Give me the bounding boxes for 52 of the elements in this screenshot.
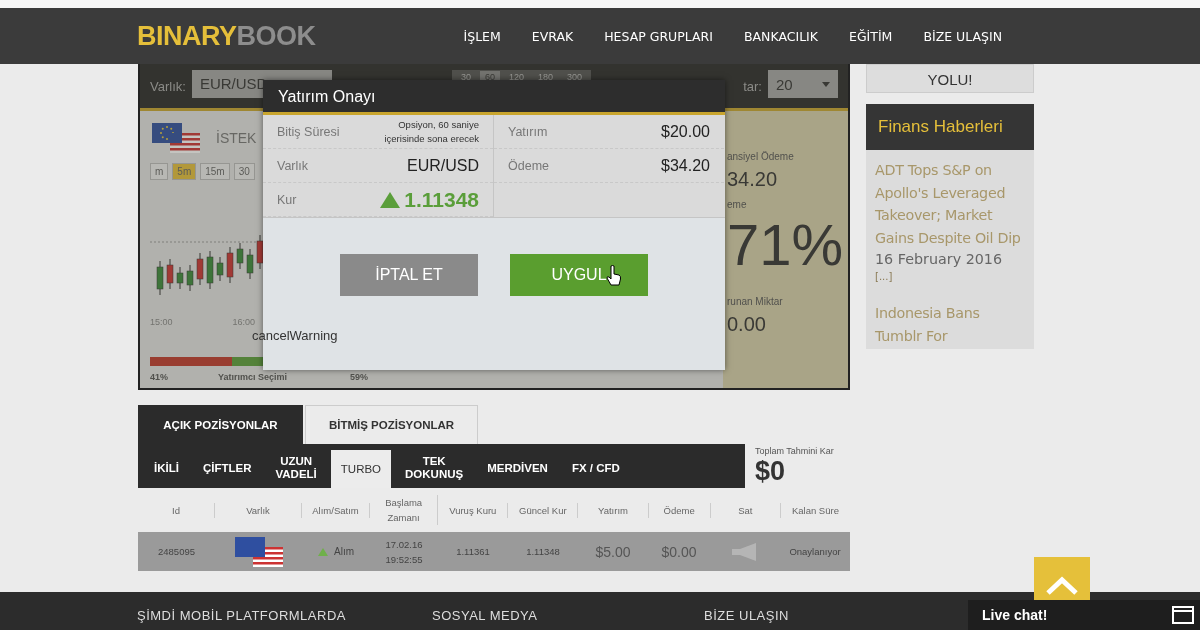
sentiment-left: 41% (150, 372, 168, 382)
column-header: Başlama Zamanı (370, 495, 439, 525)
stat-label: runan Miktar (727, 296, 784, 307)
stat-value: 0.00 (727, 313, 767, 336)
stat-label: ansiyel Ödeme (727, 151, 795, 162)
table-cell: 1.11348 (526, 546, 560, 557)
field-value: $20.00 (661, 122, 710, 141)
field-label: Ödeme (508, 158, 549, 173)
asset-name: İSTEK (216, 130, 257, 146)
live-chat-label: Live chat! (982, 607, 1048, 623)
footer-heading: BİZE ULAŞIN (704, 608, 789, 625)
stat-label: eme (727, 199, 748, 210)
table-cell-text: 17.02.16 19:52:55 (385, 537, 423, 567)
news-date: 16 February 2016 (875, 251, 1004, 267)
sentiment-right: 59% (350, 372, 369, 382)
asset-label: Varlık: (150, 79, 186, 94)
table-cell: 1.11361 (456, 546, 490, 557)
amount-label: tar: (743, 79, 762, 94)
time-axis-label: 15:00 (150, 317, 173, 327)
table-cell: $0.00 (661, 543, 697, 560)
column-header: Vuruş Kuru (438, 502, 509, 518)
time-axis-label: 16:00 (232, 317, 256, 327)
field-label: Bitiş Süresi (277, 124, 340, 139)
table-cell: 2485095 (158, 546, 195, 557)
column-header: Yatırım (578, 502, 649, 518)
total-value: $0 (755, 456, 787, 487)
footer-heading: SOSYAL MEDYA (432, 608, 539, 625)
table-cell: Alım (334, 546, 354, 557)
field-value: $34.20 (661, 156, 710, 175)
field-value: Opsiyon, 60 saniye içerisinde sona erecek (384, 117, 479, 146)
footer-heading: ŞİMDİ MOBİL PLATFORMLARDA (137, 608, 347, 625)
column-header: Kalan Süre (790, 503, 840, 518)
stat-value: 71% (727, 211, 845, 279)
column-header: Varlık (215, 502, 302, 518)
warning-text: cancelWarning (252, 328, 338, 343)
total-label: Toplam Tahmini Kar (755, 446, 834, 456)
column-header: Sat (710, 502, 781, 518)
field-label: Kur (277, 192, 297, 207)
column-header: Alım/Satım (301, 502, 371, 518)
news-heading: Finans Haberleri (866, 104, 1034, 150)
table-cell: $5.00 (595, 543, 631, 560)
field-label: Yatırım (508, 124, 548, 139)
rate-value: 1.11348 (404, 187, 479, 212)
column-header: Id (138, 502, 216, 518)
field-value: EUR/USD (407, 156, 479, 175)
column-header: Güncel Kur (508, 502, 579, 518)
column-header: Ödeme (648, 502, 711, 518)
table-cell: Onaylanıyor (789, 546, 841, 557)
stat-value: 34.20 (727, 168, 779, 191)
dialog-title: Yatırım Onayı (263, 80, 725, 112)
field-label: Varlık (277, 158, 309, 173)
sentiment-label: Yatırımcı Seçimi (218, 372, 288, 382)
